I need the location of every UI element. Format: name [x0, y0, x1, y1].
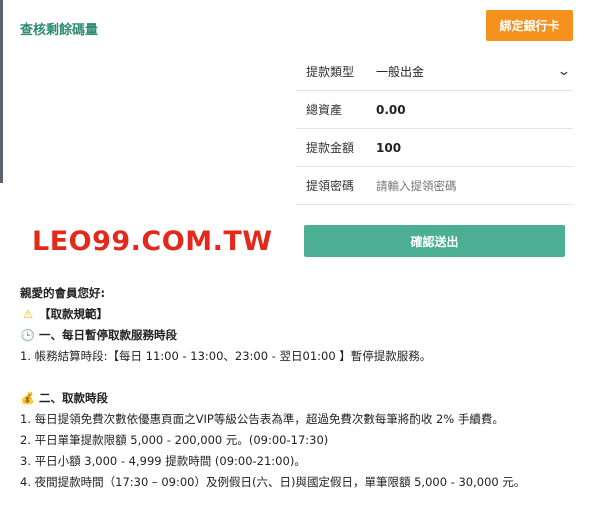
rules-title: 【取款規範】	[39, 307, 108, 321]
list-item: 2. 平日單筆提款限額 5,000 - 200,000 元。(09:00-17:…	[20, 433, 329, 447]
total-assets-row: 總資產 0.00	[296, 91, 573, 129]
withdraw-type-select[interactable]: 提款類型 一般出金 ⌄	[296, 53, 573, 91]
list-item: 1. 每日提領免費次數依優惠頁面之VIP等級公告表為準，超過免費次數每筆將酌收 …	[20, 412, 504, 426]
withdraw-password-row: 提領密碼	[296, 167, 573, 205]
bind-bank-card-button[interactable]: 綁定銀行卡	[486, 10, 573, 41]
section2-title: 二、取款時段	[39, 391, 108, 405]
list-item: 4. 夜間提款時間（17:30 – 09:00）及例假日(六、日)與國定假日，單…	[20, 475, 526, 489]
left-edge-bar	[0, 0, 3, 183]
section1-title: 一、每日暫停取款服務時段	[39, 328, 177, 342]
total-assets-value: 0.00	[376, 102, 406, 117]
withdraw-password-input[interactable]	[376, 178, 573, 193]
warning-icon: ⚠	[22, 307, 34, 321]
section1-heading: 🕒 一、每日暫停取款服務時段	[20, 325, 580, 346]
clock-icon: 🕒	[20, 328, 36, 342]
section2-heading: 💰 二、取款時段	[20, 388, 580, 409]
withdraw-amount-label: 提款金額	[306, 141, 355, 155]
withdraw-amount-field[interactable]: 100	[376, 141, 573, 155]
check-remaining-code-link[interactable]: 查核剩餘碼量	[20, 19, 98, 38]
withdraw-type-value[interactable]: 一般出金	[376, 63, 555, 80]
withdraw-type-label: 提款類型	[306, 65, 355, 79]
withdraw-form: 提款類型 一般出金 ⌄ 總資產 0.00 提款金額 100 提領密碼	[296, 53, 573, 205]
list-item: 3. 平日小額 3,000 - 4,999 提款時間 (09:00-21:00)…	[20, 454, 306, 468]
site-watermark: LEO99.COM.TW	[32, 226, 273, 257]
withdraw-amount-row: 提款金額 100	[296, 129, 573, 167]
rules-heading: ⚠ 【取款規範】	[20, 304, 580, 325]
confirm-submit-button[interactable]: 確認送出	[304, 225, 565, 257]
withdraw-password-label: 提領密碼	[306, 179, 355, 193]
notice-greeting: 親愛的會員您好:	[20, 286, 106, 300]
money-bag-icon: 💰	[20, 391, 36, 405]
chevron-down-icon[interactable]: ⌄	[552, 64, 575, 79]
total-assets-label: 總資產	[306, 103, 343, 117]
withdraw-notice: 親愛的會員您好: ⚠ 【取款規範】 🕒 一、每日暫停取款服務時段 1. 帳務結算時段…	[20, 283, 580, 493]
list-item: 1. 帳務結算時段:【每日 11:00 - 13:00、23:00 - 翌日01…	[20, 349, 432, 363]
